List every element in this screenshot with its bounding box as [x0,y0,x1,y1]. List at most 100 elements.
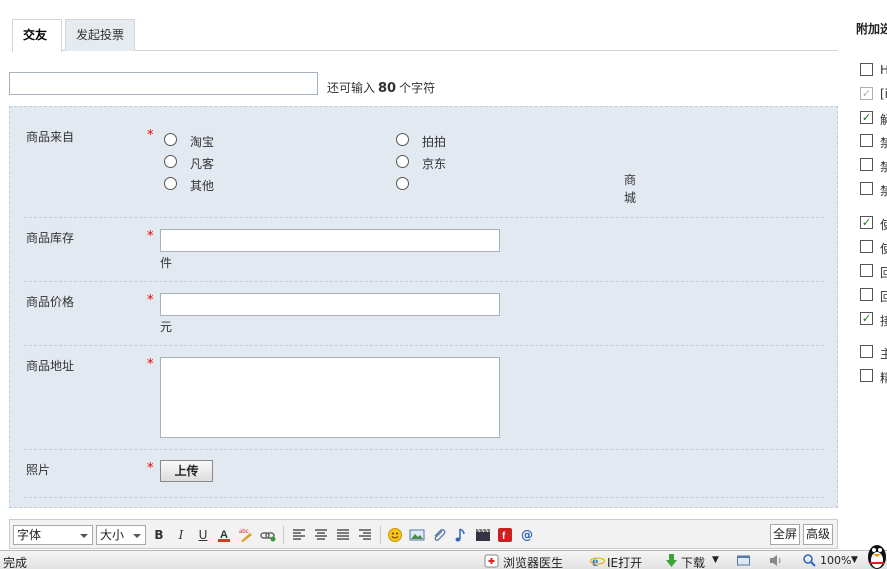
upload-button[interactable]: 上传 [160,460,213,482]
radio-source-other[interactable] [164,177,177,190]
speaker-icon[interactable] [768,553,783,568]
link-icon[interactable] [260,527,276,543]
stock-unit: 件 [160,256,173,270]
download-link[interactable]: 下载 [681,554,705,569]
chevron-down-icon [133,534,141,538]
price-required-mark: * [147,293,154,308]
font-size-value: 大小 [100,528,125,542]
svg-text:abc: abc [239,529,249,535]
address-textarea[interactable] [160,357,500,438]
highlight-icon[interactable]: abc [238,527,254,543]
sidebar-option-checkbox[interactable]: ✓ [860,312,873,325]
sidebar-option-label: 禁 [880,184,887,198]
align-justify-icon[interactable] [335,527,351,543]
sidebar-option-checkbox[interactable]: ✓ [860,111,873,124]
radio-source-paipai[interactable] [396,133,409,146]
fullscreen-button[interactable]: 全屏 [770,524,800,545]
counter-suffix: 个字符 [399,81,436,95]
radio-source-vancl[interactable] [164,155,177,168]
price-label: 商品价格 [26,295,75,309]
source-label: 商品来自 [26,130,75,144]
radio-source-jd[interactable] [396,155,409,168]
radio-source-other-label: 其他 [190,179,215,193]
chevron-down-icon[interactable]: ▼ [712,555,719,565]
counter-prefix: 还可输入 [327,81,376,95]
font-size-select[interactable]: 大小 [96,525,146,545]
browser-statusbar: 完成 浏览器医生 e IE打开 下载 ▼ 100% ▼ [0,545,887,569]
sidebar-option-checkbox[interactable] [860,288,873,301]
chevron-down-icon[interactable]: ▼ [851,555,858,565]
product-form-panel: 商品来自 * 淘宝 拍拍 凡客 京东 其他 商城 商品库存 * 件 商品价格 *… [9,106,838,508]
attachment-icon[interactable] [431,527,447,543]
window-icon[interactable] [736,553,751,568]
sidebar-option-checkbox[interactable] [860,345,873,358]
sidebar-option-checkbox[interactable]: ✓ [860,216,873,229]
browser-doctor-link[interactable]: 浏览器医生 [503,554,563,569]
radio-source-paipai-label: 拍拍 [422,135,447,149]
sidebar-option-checkbox[interactable] [860,240,873,253]
price-input[interactable] [160,293,500,316]
sidebar-option-label: 使 [880,242,887,256]
mall-label: 商城 [624,173,637,205]
radio-source-jd-label: 京东 [422,157,447,171]
subject-input[interactable] [9,72,318,95]
subject-char-counter: 还可输入 80 个字符 [327,79,435,96]
sidebar-option-checkbox[interactable] [860,158,873,171]
sidebar-option-label: 禁 [880,160,887,174]
toolbar-separator [380,526,381,544]
sidebar-option-checkbox[interactable] [860,63,873,76]
tab-dating[interactable]: 交友 [12,19,62,52]
sidebar-option-label: 使 [880,218,887,232]
align-center-icon[interactable] [313,527,329,543]
zoom-icon[interactable] [802,553,817,568]
stock-input[interactable] [160,229,500,252]
sidebar-option-checkbox[interactable] [860,369,873,382]
align-left-icon[interactable] [291,527,307,543]
download-icon [664,553,679,568]
radio-source-taobao-label: 淘宝 [190,135,215,149]
sidebar-option-label: 精 [880,371,887,385]
counter-count: 80 [378,81,397,96]
sidebar-title: 附加选 [856,22,887,36]
tab-start-poll[interactable]: 发起投票 [65,19,135,51]
qq-penguin-icon[interactable] [866,539,887,569]
ie-icon: e [590,553,605,569]
smiley-icon[interactable] [387,527,403,543]
price-unit: 元 [160,320,173,334]
sidebar-option-checkbox[interactable] [860,182,873,195]
music-icon[interactable] [453,527,469,543]
source-required-mark: * [147,128,154,143]
at-icon[interactable]: @ [519,527,535,543]
flash-icon[interactable]: f [497,527,513,543]
bold-button[interactable]: B [151,527,167,543]
image-icon[interactable] [409,527,425,543]
address-required-mark: * [147,357,154,372]
ie-open-link[interactable]: IE打开 [607,554,642,569]
row-divider [24,497,824,498]
radio-source-taobao[interactable] [164,133,177,146]
font-family-select[interactable]: 字体 [13,525,93,545]
align-right-icon[interactable] [357,527,373,543]
sidebar-option-label: 接 [880,314,887,328]
sidebar-option-label: [i [880,87,887,101]
editor-toolbar: 字体 大小 B I U A abc f @ 全屏 高级 [9,519,838,549]
sidebar-option-label: H [880,63,887,77]
stock-required-mark: * [147,229,154,244]
sidebar-option-checkbox[interactable] [860,134,873,147]
sidebar-option-label: 回 [880,290,887,304]
video-icon[interactable] [475,527,491,543]
zoom-level[interactable]: 100% [820,554,851,567]
advanced-button[interactable]: 高级 [803,524,833,545]
address-label: 商品地址 [26,359,75,373]
italic-button[interactable]: I [173,527,189,543]
sidebar-option-label: 回 [880,266,887,280]
sidebar-option-checkbox[interactable] [860,264,873,277]
row-divider [24,281,824,282]
row-divider [24,449,824,450]
underline-button[interactable]: U [195,527,211,543]
font-color-icon[interactable]: A [216,527,232,543]
radio-source-mall[interactable] [396,177,409,190]
chevron-down-icon [80,534,88,538]
photo-required-mark: * [147,461,154,476]
radio-source-vancl-label: 凡客 [190,157,215,171]
